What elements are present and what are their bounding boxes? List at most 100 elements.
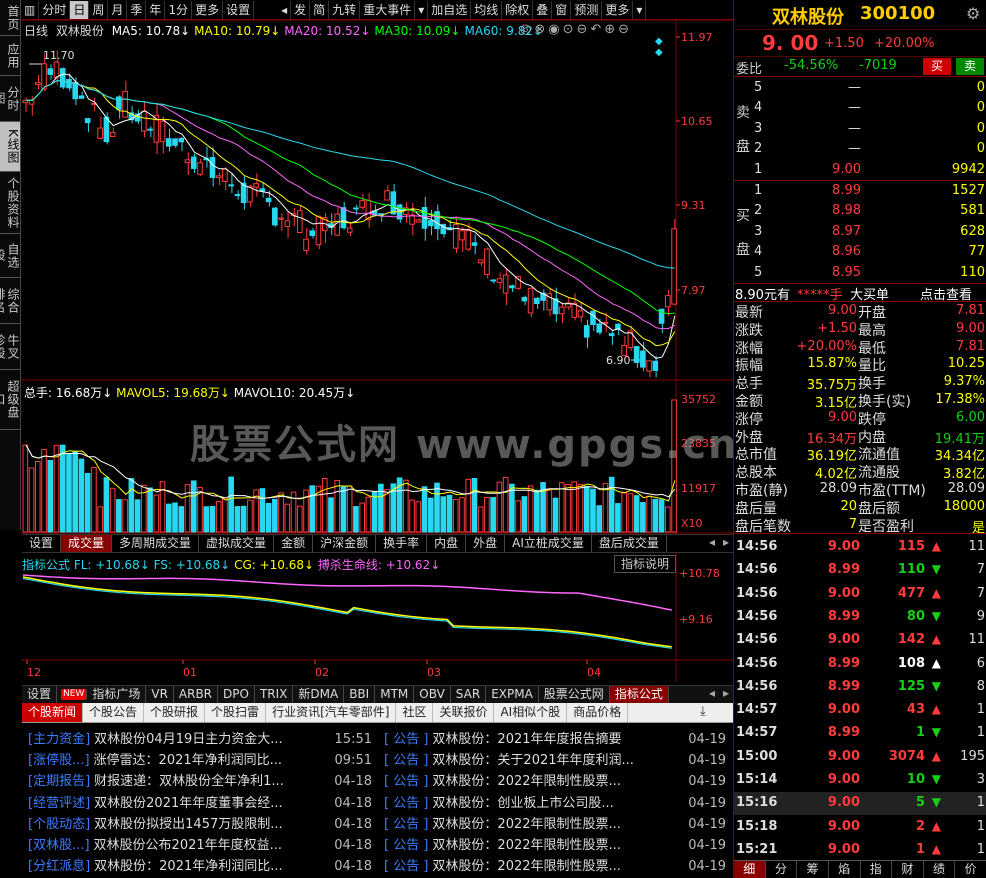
news-item[interactable]: [ 公告 ] 双林股份：2022年限制性股票... 04-19 [384,814,732,835]
news-item[interactable]: [ 公告 ] 双林股份：关于2021年年度利润... 04-19 [384,750,732,771]
ind-tab-11[interactable]: SAR [451,686,487,703]
news-tab-5[interactable]: 社区 [396,703,434,722]
news-tab-2[interactable]: 个股研报 [144,703,206,722]
toolbar-item-2[interactable]: 周 [89,0,109,19]
news-item[interactable]: [ 公告 ] 双林股份：创业板上市公司股... 04-19 [384,793,732,814]
news-item[interactable]: [ 公告 ] 双林股份：2021年年度报告摘要 04-19 [384,729,732,750]
toolbar-item-5[interactable]: 年 [146,0,166,19]
toolbar-item-0[interactable]: 分时 [39,0,71,19]
sell-button[interactable]: 卖 [956,58,984,75]
dropdown-icon[interactable]: ▾ [415,0,429,19]
news-title[interactable]: 双林股份：2022年限制性股票... [432,838,620,853]
ind-tab-10[interactable]: OBV [414,686,451,703]
ind-tab-5[interactable]: DPO [218,686,255,703]
quote-tab-3[interactable]: 焰 [829,861,861,878]
vol-tab-10[interactable]: 盘后成交量 [592,535,667,552]
news-tab-6[interactable]: 关联报价 [433,703,495,722]
toolbar-item3-5[interactable]: 预测 [571,0,603,19]
toolbar-item3-2[interactable]: 除权 [502,0,534,19]
left-tab-4[interactable]: 个股资料 [0,172,20,234]
buy-button[interactable]: 买 [923,58,951,75]
news-title[interactable]: 双林股份：2022年限制性股票... [432,817,620,832]
news-item[interactable]: [经营评述] 双林股份2021年年度董事会经... 04-18 [28,793,378,814]
ind-tab-12[interactable]: EXPMA [486,686,539,703]
toolbar-item3-4[interactable]: 窗 [552,0,572,19]
indicator-help-button[interactable]: 指标说明 [614,555,676,573]
left-tab-1[interactable]: 应用 [0,36,20,76]
ind-tab-8[interactable]: BBI [344,686,376,703]
news-tab-8[interactable]: 商品价格 [567,703,629,722]
chart-controls[interactable]: ◎⊗◉⊙⊖↶⊕⊖ [520,22,632,37]
news-title[interactable]: 财报速递：双林股份全年净利1... [94,774,284,789]
ind-tab-7[interactable]: 新DMA [293,686,345,703]
toolbar-item-6[interactable]: 1分 [165,0,193,19]
toolbar-item3-6[interactable]: 更多 [602,0,634,19]
vol-tab-6[interactable]: 换手率 [376,535,428,552]
left-tab-2[interactable]: 分时图 [0,76,20,122]
ind-tab-2[interactable]: 指标广场 [87,686,147,703]
ind-tab-9[interactable]: MTM [375,686,415,703]
scroll-right-icon[interactable]: ▸ [719,686,733,703]
toolbar-item3-3[interactable]: 叠 [533,0,553,19]
news-title[interactable]: 双林股份：2022年限制性股票... [432,859,620,874]
toolbar-item-3[interactable]: 月 [108,0,128,19]
news-title[interactable]: 涨停雷达：2021年净利润同比... [94,753,282,768]
ind-tab-3[interactable]: VR [146,686,174,703]
vol-tab-0[interactable]: 设置 [22,535,62,552]
scroll-left-icon[interactable]: ◂ [705,535,719,552]
news-tab-7[interactable]: AI相似个股 [494,703,568,722]
vol-tab-4[interactable]: 金额 [274,535,314,552]
vol-tab-7[interactable]: 内盘 [427,535,467,552]
toolbar-item-7[interactable]: 更多 [192,0,224,19]
news-title[interactable]: 双林股份04月19日主力资金大... [94,732,282,747]
chevron-down-icon[interactable]: ▾ [633,0,647,19]
news-item[interactable]: [主力资金] 双林股份04月19日主力资金大... 15:51 [28,729,378,750]
news-item[interactable]: [个股动态] 双林股份拟授出1457万股限制... 04-18 [28,814,378,835]
news-tab-3[interactable]: 个股扫雷 [205,703,267,722]
ind-tab-1[interactable]: NEW [61,689,88,700]
news-item[interactable]: [ 公告 ] 双林股份：2022年限制性股票... 04-19 [384,856,732,877]
quote-tab-4[interactable]: 指 [861,861,893,878]
toolbar-item2-1[interactable]: 简 [310,0,330,19]
toolbar-item2-2[interactable]: 九转 [329,0,361,19]
news-item[interactable]: [涨停股...] 涨停雷达：2021年净利润同比... 09:51 [28,750,378,771]
news-item[interactable]: [定期报告] 财报速递：双林股份全年净利1... 04-18 [28,771,378,792]
news-item[interactable]: [双林股...] 双林股份公布2021年年度权益... 04-18 [28,835,378,856]
vol-tab-9[interactable]: AI立桩成交量 [505,535,592,552]
news-title[interactable]: 双林股份：2022年限制性股票... [432,774,620,789]
chart-icon[interactable]: ▥ [21,0,40,19]
quote-tab-6[interactable]: 绩 [924,861,956,878]
news-item[interactable]: [ 公告 ] 双林股份：2022年限制性股票... 04-19 [384,771,732,792]
news-item[interactable]: [ 公告 ] 双林股份：2022年限制性股票... 04-19 [384,835,732,856]
quote-tab-7[interactable]: 价 [955,861,986,878]
toolbar-item3-1[interactable]: 均线 [471,0,503,19]
news-tab-4[interactable]: 行业资讯[汽车零部件] [266,703,397,722]
big-order-row[interactable]: 8.90元有 *****手 大买单 点击查看 [734,283,986,303]
toolbar-item2-3[interactable]: 重大事件 [360,0,416,19]
news-title[interactable]: 双林股份拟授出1457万股限制... [94,817,282,832]
ind-tab-4[interactable]: ARBR [174,686,219,703]
quote-tab-2[interactable]: 筹 [797,861,829,878]
news-tab-0[interactable]: 个股新闻 [22,703,84,722]
toolbar-sep-icon[interactable]: ◂ [278,0,292,19]
download-icon[interactable]: ⤓ [700,704,706,719]
vol-tab-5[interactable]: 沪深金额 [313,535,377,552]
toolbar-item3-0[interactable]: 加自选 [428,0,472,19]
left-tab-5[interactable]: 自选股 [0,234,20,278]
gear-icon[interactable]: ⚙ [966,4,980,23]
ind-tab-13[interactable]: 股票公式网 [539,686,610,703]
news-title[interactable]: 双林股份公布2021年年度权益... [94,838,282,853]
scroll-left-icon[interactable]: ◂ [705,686,719,703]
vol-tab-2[interactable]: 多周期成交量 [112,535,200,552]
quote-tab-1[interactable]: 分 [766,861,798,878]
news-title[interactable]: 双林股份：关于2021年年度利润... [432,753,633,768]
quote-tab-5[interactable]: 财 [892,861,924,878]
news-item[interactable]: [分红派息] 双林股份：2021年净利润同比... 04-18 [28,856,378,877]
left-tab-3[interactable]: K线图 [0,122,20,172]
toolbar-item-8[interactable]: 设置 [223,0,255,19]
news-tab-1[interactable]: 个股公告 [83,703,145,722]
vol-tab-8[interactable]: 外盘 [466,535,506,552]
news-title[interactable]: 双林股份2021年年度董事会经... [94,796,282,811]
left-tab-0[interactable]: 首页 [0,0,20,36]
quote-tab-0[interactable]: 细 [734,861,766,878]
